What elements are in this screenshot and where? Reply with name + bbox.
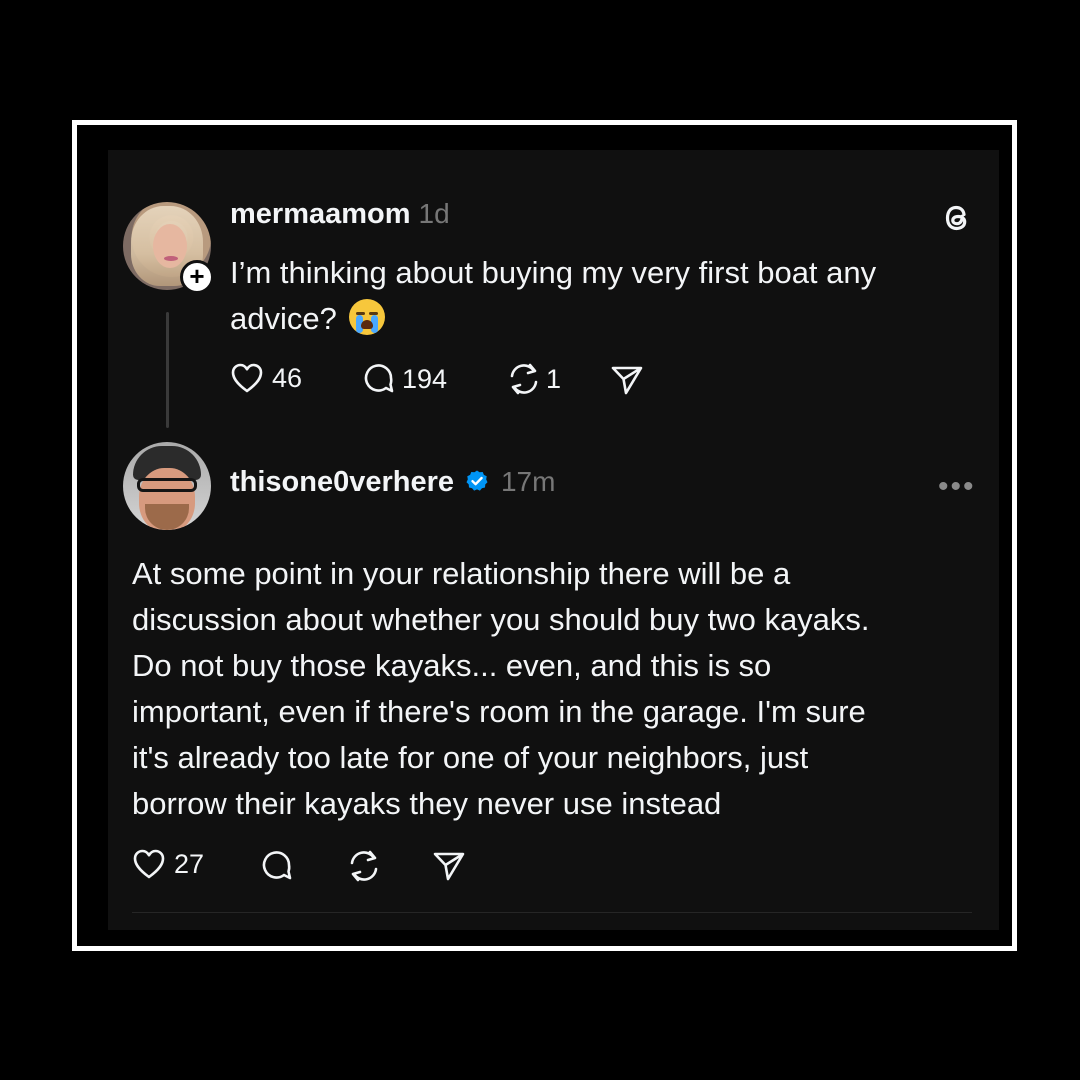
post-header: mermaamom 1d [230,198,450,231]
reply-header: thisone0verhere 17m [230,466,555,499]
share-icon [611,366,643,395]
avatar-lips [164,256,178,261]
reply-text-line: At some point in your relationship there… [132,556,791,591]
reply-like-action[interactable]: 27 [132,848,204,880]
post-repost-count: 1 [546,363,562,394]
post-like-count: 46 [272,362,303,393]
post-like-action[interactable]: 46 [230,362,302,394]
more-options-icon[interactable]: ••• [938,470,976,504]
reply-text-line: borrow their kayaks they never use inste… [132,786,722,821]
comment-icon [262,851,292,880]
reply-time: 17m [500,466,556,497]
reply-text-line: discussion about whether you should buy … [132,602,870,637]
reply-text-line: important, even if there's room in the g… [132,694,866,729]
reply-like-count: 27 [174,848,205,879]
thread-connector-line [166,312,169,428]
divider [132,912,972,913]
reply-text-line: Do not buy those kayaks... even, and thi… [132,648,772,683]
avatar-thisone0verhere[interactable] [123,442,211,530]
comment-icon [364,364,394,393]
reply-comment-action[interactable] [260,849,294,883]
post-username[interactable]: mermaamom [230,198,411,230]
heart-icon [231,363,263,393]
reply-text-line: it's already too late for one of your ne… [132,740,809,775]
verified-badge-icon [466,470,487,491]
repost-icon [510,363,538,395]
loudly-crying-face-icon [349,299,386,335]
post-comment-action[interactable]: 194 [362,362,447,396]
reply-username[interactable]: thisone0verhere [230,466,454,498]
post-text-block: I’m thinking about buying my very first … [230,250,970,342]
heart-icon [133,849,165,879]
avatar-glasses [137,478,197,492]
post-repost-action[interactable]: 1 [506,362,561,396]
post-share-action[interactable] [610,364,644,396]
reply-repost-action[interactable] [346,849,382,883]
share-icon [433,852,465,881]
repost-icon [350,850,378,882]
avatar-face [153,224,187,268]
post-time: 1d [418,198,450,229]
threads-logo-icon[interactable] [940,200,974,241]
post-comment-count: 194 [402,363,448,394]
reply-share-action[interactable] [432,850,466,882]
follow-plus-icon[interactable]: + [180,260,214,294]
post-text: I’m thinking about buying my very first … [230,255,877,336]
reply-text-block: At some point in your relationship there… [132,551,982,827]
